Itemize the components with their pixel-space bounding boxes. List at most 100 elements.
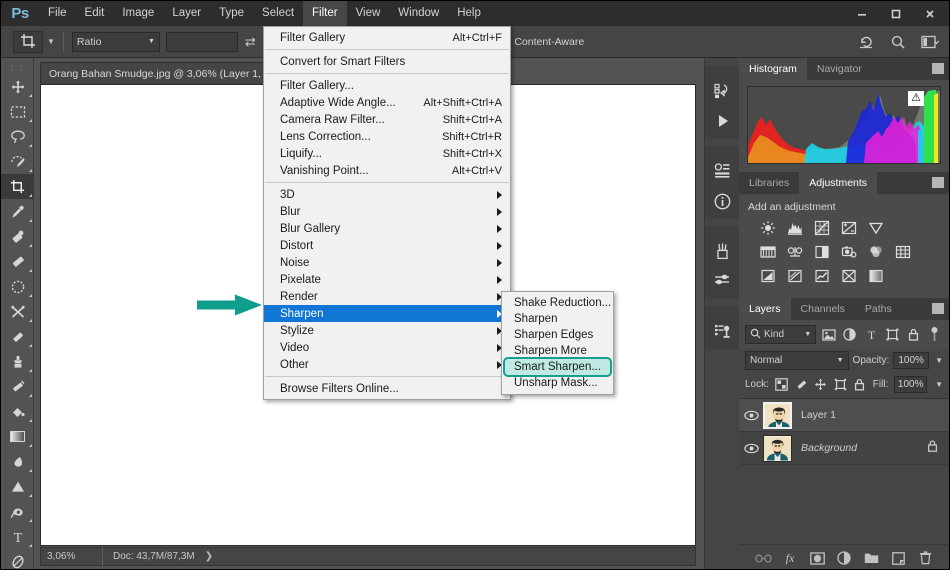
info-panel-icon[interactable] — [705, 186, 740, 216]
filter-shape-layers-icon[interactable] — [884, 325, 901, 344]
eyedropper-tool[interactable] — [1, 199, 34, 224]
history-brush-tool[interactable] — [1, 299, 34, 324]
filter-type-layers-icon[interactable]: T — [863, 325, 880, 344]
clone-stamp-tool[interactable] — [1, 349, 34, 374]
menu-window[interactable]: Window — [389, 1, 448, 26]
rail-group-handle[interactable]: ⋯ — [705, 149, 739, 156]
filter-toggle-icon[interactable] — [926, 325, 943, 344]
crop-width-input[interactable] — [165, 31, 238, 52]
clone-stamp-tool-top[interactable] — [1, 274, 34, 299]
fill-stepper-icon[interactable]: ▼ — [933, 380, 943, 389]
reset-tool-icon[interactable] — [851, 29, 881, 55]
tab-histogram[interactable]: Histogram — [739, 58, 807, 80]
status-expand-icon[interactable]: ❯ — [195, 551, 213, 562]
link-layers-icon[interactable] — [754, 548, 772, 568]
tab-layers[interactable]: Layers — [739, 298, 791, 320]
add-layer-mask-icon[interactable] — [809, 548, 826, 568]
pen-tool[interactable] — [1, 499, 34, 524]
lock-all-icon[interactable] — [853, 377, 867, 392]
crop-tool[interactable] — [1, 174, 34, 199]
panel-menu-icon[interactable] — [932, 63, 944, 74]
layer-thumbnail[interactable] — [763, 401, 792, 429]
color-lookup-icon[interactable] — [892, 242, 913, 261]
art-history-brush-tool[interactable] — [1, 374, 34, 399]
new-group-icon[interactable] — [863, 548, 880, 568]
menu-item-render[interactable]: Render — [264, 288, 510, 305]
menu-item-filter-gallery-repeat[interactable]: Filter Gallery Alt+Ctrl+F — [264, 29, 510, 46]
tab-adjustments[interactable]: Adjustments — [799, 172, 878, 194]
actions-play-icon[interactable] — [705, 106, 740, 136]
vibrance-icon[interactable] — [865, 218, 886, 237]
lock-artboard-nesting-icon[interactable] — [834, 377, 848, 392]
opacity-stepper-icon[interactable]: ▼ — [933, 356, 943, 365]
fill-value-input[interactable]: 100% — [894, 376, 928, 393]
layer-name[interactable]: Layer 1 — [792, 409, 836, 421]
history-panel-icon[interactable] — [705, 76, 740, 106]
gradient-map-icon[interactable] — [865, 266, 886, 285]
posterize-icon[interactable] — [784, 266, 805, 285]
tab-libraries[interactable]: Libraries — [739, 172, 800, 194]
layer-thumbnail[interactable] — [763, 434, 792, 462]
swap-dimensions-icon[interactable]: ⇄ — [245, 34, 256, 50]
menu-item-browse-filters-online[interactable]: Browse Filters Online... — [264, 380, 510, 397]
rail-group-handle[interactable]: ⋯ — [705, 229, 739, 236]
menu-help[interactable]: Help — [448, 1, 490, 26]
channel-mixer-icon[interactable] — [865, 242, 886, 261]
submenu-item-sharpen[interactable]: Sharpen — [502, 311, 613, 327]
menu-item-other[interactable]: Other — [264, 356, 510, 373]
blend-mode-select[interactable]: Normal ▼ — [745, 351, 849, 370]
filter-pixel-layers-icon[interactable] — [820, 325, 837, 344]
minimize-button[interactable] — [845, 3, 879, 24]
exposure-icon[interactable] — [838, 218, 859, 237]
blur-tool[interactable] — [1, 449, 34, 474]
table-row[interactable]: Background — [739, 432, 949, 465]
menu-item-blur-gallery[interactable]: Blur Gallery — [264, 220, 510, 237]
brush-settings-icon[interactable] — [705, 266, 740, 296]
crop-ratio-select[interactable]: Ratio ▼ — [71, 31, 160, 52]
panel-menu-icon[interactable] — [932, 303, 944, 314]
clone-source-icon[interactable] — [705, 316, 740, 346]
layer-visibility-toggle[interactable] — [739, 432, 763, 465]
tab-channels[interactable]: Channels — [790, 298, 855, 320]
tab-paths[interactable]: Paths — [854, 298, 902, 320]
submenu-item-smart-sharpen[interactable]: Smart Sharpen... — [503, 357, 612, 377]
submenu-item-sharpen-more[interactable]: Sharpen More — [502, 343, 613, 359]
lock-position-icon[interactable] — [814, 377, 828, 392]
close-button[interactable] — [913, 3, 947, 24]
filter-adjustment-layers-icon[interactable] — [841, 325, 858, 344]
menu-item-vanishing-point[interactable]: Vanishing Point... Alt+Ctrl+V — [264, 162, 510, 179]
menu-item-3d[interactable]: 3D — [264, 186, 510, 203]
hue-saturation-icon[interactable] — [757, 242, 778, 261]
gradient-tool[interactable] — [1, 424, 34, 449]
lock-image-pixels-icon[interactable] — [794, 377, 808, 392]
menu-type[interactable]: Type — [210, 1, 253, 26]
menu-item-pixelate[interactable]: Pixelate — [264, 271, 510, 288]
curves-icon[interactable] — [811, 218, 832, 237]
zoom-level-field[interactable]: 3,06% — [41, 547, 103, 566]
selective-color-icon[interactable] — [838, 266, 859, 285]
color-balance-icon[interactable] — [784, 242, 805, 261]
layer-name[interactable]: Background — [792, 442, 857, 454]
panel-menu-icon[interactable] — [932, 177, 944, 188]
opacity-value-input[interactable]: 100% — [893, 352, 930, 369]
menu-item-noise[interactable]: Noise — [264, 254, 510, 271]
brush-tool[interactable] — [1, 249, 34, 274]
submenu-item-shake-reduction[interactable]: Shake Reduction... — [502, 295, 613, 311]
menu-file[interactable]: File — [39, 1, 76, 26]
levels-icon[interactable] — [784, 218, 805, 237]
properties-panel-icon[interactable] — [705, 156, 740, 186]
content-aware-checkbox[interactable]: Content-Aware — [498, 36, 584, 48]
new-layer-icon[interactable] — [890, 548, 907, 568]
search-icon[interactable] — [883, 29, 913, 55]
quick-selection-tool[interactable] — [1, 149, 34, 174]
delete-layer-icon[interactable] — [917, 548, 934, 568]
brush-presets-icon[interactable] — [705, 236, 740, 266]
maximize-button[interactable] — [879, 3, 913, 24]
menu-select[interactable]: Select — [253, 1, 303, 26]
workspace-switcher-icon[interactable] — [915, 29, 945, 55]
menu-layer[interactable]: Layer — [163, 1, 210, 26]
submenu-item-sharpen-edges[interactable]: Sharpen Edges — [502, 327, 613, 343]
photo-filter-icon[interactable] — [838, 242, 859, 261]
brightness-contrast-icon[interactable] — [757, 218, 778, 237]
spot-healing-brush-tool[interactable] — [1, 224, 34, 249]
